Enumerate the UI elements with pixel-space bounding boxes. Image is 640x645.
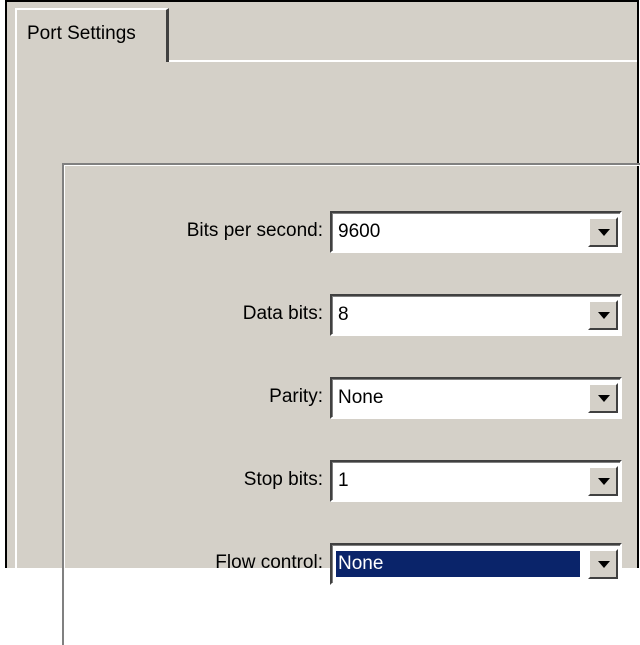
parity-select[interactable]: None bbox=[330, 377, 622, 419]
data-bits-select[interactable]: 8 bbox=[330, 294, 622, 336]
bits-per-second-label: Bits per second: bbox=[186, 220, 323, 241]
data-bits-row: Data bits: 8 bbox=[64, 294, 640, 336]
data-bits-label: Data bits: bbox=[242, 303, 323, 324]
tab-page: Bits per second: 9600 Data bits: 8 Parit… bbox=[15, 60, 640, 645]
flow-control-row: Flow control: None bbox=[64, 543, 640, 585]
parity-value: None bbox=[338, 387, 384, 408]
tab-port-settings[interactable]: Port Settings bbox=[15, 8, 169, 62]
port-settings-dialog: Port Settings Bits per second: 9600 Data… bbox=[5, 0, 640, 645]
chevron-down-icon bbox=[598, 478, 610, 485]
flow-control-label: Flow control: bbox=[215, 552, 323, 573]
parity-dropdown-button[interactable] bbox=[588, 383, 618, 413]
chevron-down-icon bbox=[598, 561, 610, 568]
tab-label: Port Settings bbox=[27, 23, 136, 44]
chevron-down-icon bbox=[598, 312, 610, 319]
flow-control-select[interactable]: None bbox=[330, 543, 622, 585]
stop-bits-value: 1 bbox=[338, 470, 349, 491]
parity-label: Parity: bbox=[269, 386, 323, 407]
stop-bits-label: Stop bits: bbox=[243, 469, 323, 490]
bits-per-second-value: 9600 bbox=[338, 221, 381, 242]
chevron-down-icon bbox=[598, 395, 610, 402]
data-bits-value: 8 bbox=[338, 304, 349, 325]
bits-per-second-row: Bits per second: 9600 bbox=[64, 211, 640, 253]
chevron-down-icon bbox=[598, 229, 610, 236]
stop-bits-row: Stop bits: 1 bbox=[64, 460, 640, 502]
flow-control-value: None bbox=[336, 551, 580, 577]
bits-per-second-select[interactable]: 9600 bbox=[330, 211, 622, 253]
flow-control-dropdown-button[interactable] bbox=[588, 549, 618, 579]
settings-group: Bits per second: 9600 Data bits: 8 Parit… bbox=[62, 163, 640, 645]
stop-bits-dropdown-button[interactable] bbox=[588, 466, 618, 496]
bits-per-second-dropdown-button[interactable] bbox=[588, 217, 618, 247]
parity-row: Parity: None bbox=[64, 377, 640, 419]
stop-bits-select[interactable]: 1 bbox=[330, 460, 622, 502]
data-bits-dropdown-button[interactable] bbox=[588, 300, 618, 330]
